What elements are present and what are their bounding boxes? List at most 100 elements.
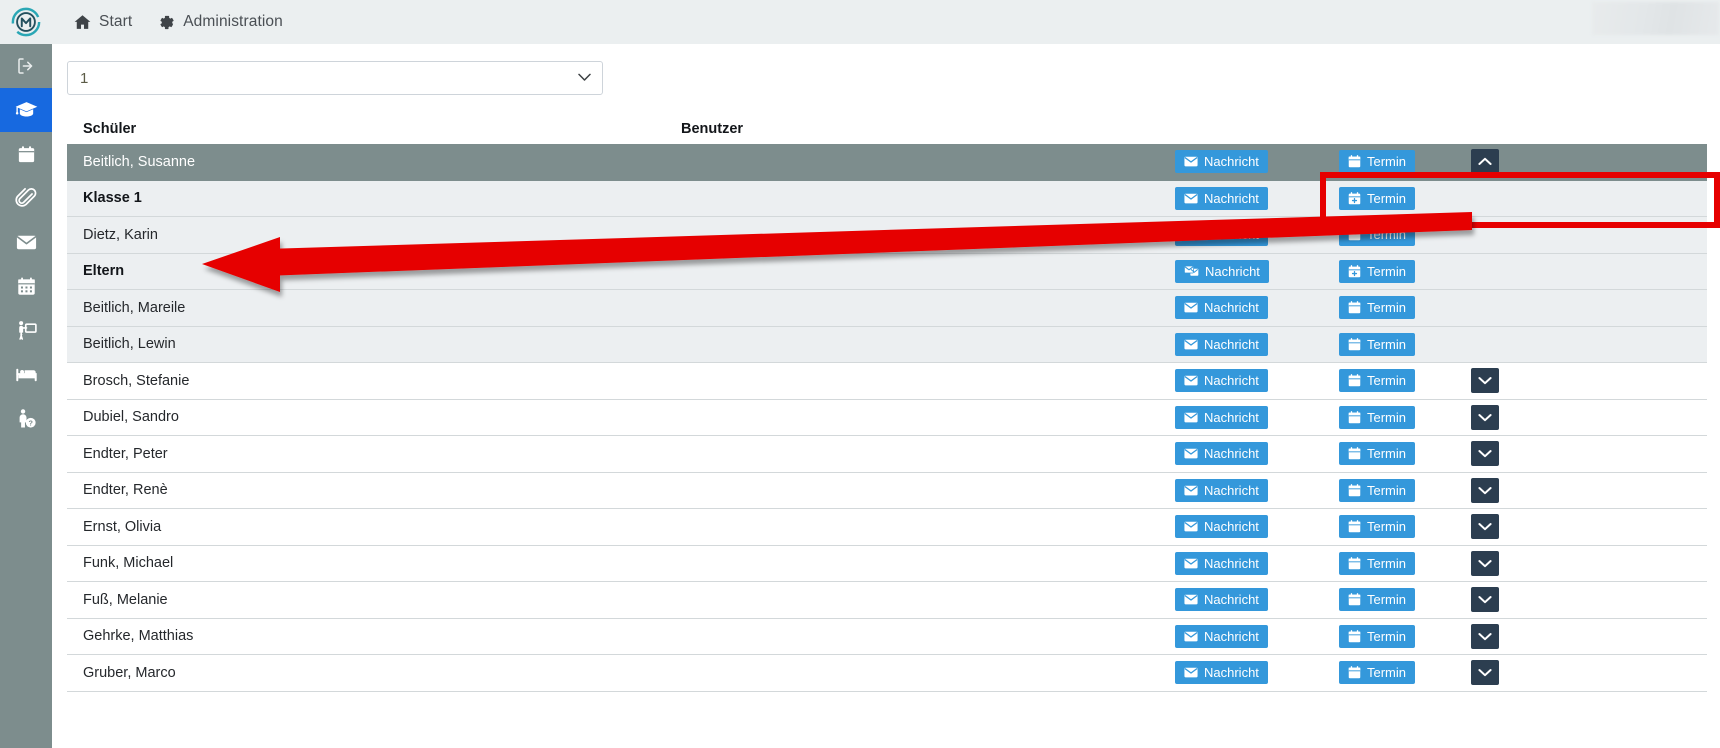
table-row[interactable]: Endter, Renè Nachricht Termin [67,472,1707,509]
sidebar-item-students[interactable] [0,88,52,132]
topnav-item-administration[interactable]: Administration [158,13,283,31]
expand-row-button[interactable] [1471,660,1499,686]
row-name: Dietz, Karin [83,226,158,243]
nachricht-button[interactable]: Nachricht [1175,369,1268,393]
nachricht-button-label: Nachricht [1204,336,1259,352]
termin-button[interactable]: Termin [1339,369,1416,393]
row-name: Gehrke, Matthias [83,628,194,645]
row-name: Dubiel, Sandro [83,409,179,426]
termin-button[interactable]: Termin [1339,186,1416,210]
class-filter: 1 [67,61,603,95]
nachricht-button[interactable]: Nachricht [1175,442,1268,466]
table-row[interactable]: Beitlich, Lewin Nachricht Termin [67,326,1707,363]
logout-icon [18,58,33,74]
nachricht-button[interactable]: Nachricht [1175,259,1269,283]
termin-button[interactable]: Termin [1339,296,1416,320]
expand-row-button[interactable] [1471,514,1499,540]
nachricht-button[interactable]: Nachricht [1175,624,1268,648]
nachricht-button[interactable]: Nachricht [1175,551,1268,575]
termin-button-label: Termin [1367,336,1407,352]
chevron-down-icon [1478,669,1492,677]
row-name: Ernst, Olivia [83,518,162,535]
row-name: Beitlich, Lewin [83,336,176,353]
sidebar-item-person-info[interactable]: ? [0,396,52,440]
termin-button-label: Termin [1367,227,1407,243]
nachricht-button[interactable]: Nachricht [1175,296,1268,320]
calendar-plus-icon [1348,191,1361,205]
termin-button[interactable]: Termin [1339,661,1416,685]
sidebar-item-clipboard[interactable] [0,132,52,176]
expand-row-button[interactable] [1471,404,1499,430]
table-row[interactable]: Ernst, Olivia Nachricht Termin [67,509,1707,546]
envelope-icon [1184,375,1198,386]
collapse-row-button[interactable] [1471,149,1499,175]
table-row[interactable]: Funk, Michael Nachricht Termin [67,545,1707,582]
termin-button[interactable]: Termin [1339,405,1416,429]
topnav-label-administration: Administration [183,13,283,30]
nachricht-button[interactable]: Nachricht [1175,405,1268,429]
table-row[interactable]: Endter, Peter Nachricht Termin [67,436,1707,473]
sidebar-item-boarding[interactable] [0,352,52,396]
main-content: 1 Schüler Benutzer Beitlich, Susanne Nac… [52,44,1720,748]
expand-row-button[interactable] [1471,550,1499,576]
nachricht-button[interactable]: Nachricht [1175,478,1268,502]
envelope-icon [1184,667,1198,678]
nachricht-button[interactable]: Nachricht [1175,515,1268,539]
chevron-down-icon [1478,377,1492,385]
row-name: Beitlich, Mareile [83,299,186,316]
nachricht-button[interactable]: Nachricht [1175,332,1268,356]
table-row[interactable]: Beitlich, Mareile Nachricht Termin [67,290,1707,327]
nachricht-button[interactable]: Nachricht [1175,588,1268,612]
chevron-down-icon [1478,632,1492,640]
nachricht-button-label: Nachricht [1204,592,1259,608]
termin-button[interactable]: Termin [1339,442,1416,466]
expand-row-button[interactable] [1471,477,1499,503]
termin-button[interactable]: Termin [1339,332,1416,356]
topnav-item-start[interactable]: Start [74,13,132,31]
termin-button[interactable]: Termin [1339,150,1416,174]
termin-button[interactable]: Termin [1339,588,1416,612]
table-row[interactable]: Fuß, Melanie Nachricht Termin [67,582,1707,619]
termin-button[interactable]: Termin [1339,515,1416,539]
redacted-user-area [1592,2,1719,35]
nachricht-button[interactable]: Nachricht [1175,150,1268,174]
termin-button-label: Termin [1367,592,1407,608]
table-row[interactable]: Eltern Nachricht Termin [67,253,1707,290]
termin-button[interactable]: Termin [1339,478,1416,502]
termin-button[interactable]: Termin [1339,259,1416,283]
table-row[interactable]: Klasse 1 Nachricht Termin [67,180,1707,217]
table-row[interactable]: Beitlich, Susanne Nachricht Termin [67,144,1707,181]
table-row[interactable]: Dubiel, Sandro Nachricht Termin [67,399,1707,436]
envelope-icon [1184,156,1198,167]
calendar-icon [1348,228,1361,241]
envelope-icon [1184,302,1198,313]
sidebar-item-lessons[interactable] [0,308,52,352]
envelope-icon [1184,229,1198,240]
sidebar-item-messages[interactable] [0,220,52,264]
termin-button[interactable]: Termin [1339,551,1416,575]
expand-row-button[interactable] [1471,623,1499,649]
expand-row-button[interactable] [1471,587,1499,613]
nachricht-button[interactable]: Nachricht [1175,661,1268,685]
sidebar-item-calendar[interactable] [0,264,52,308]
nachricht-button[interactable]: Nachricht [1175,186,1268,210]
termin-button-label: Termin [1367,154,1407,170]
table-row[interactable]: Gehrke, Matthias Nachricht Termin [67,618,1707,655]
sidebar-item-attachments[interactable] [0,176,52,220]
expand-row-button[interactable] [1471,368,1499,394]
class-select[interactable]: 1 [67,61,603,95]
app-logo[interactable] [0,0,52,44]
expand-row-button[interactable] [1471,441,1499,467]
nachricht-button[interactable]: Nachricht [1175,223,1268,247]
column-header-schueler: Schüler [83,121,137,137]
table-row[interactable]: Dietz, Karin Nachricht Termin [67,217,1707,254]
sidebar-item-logout[interactable] [0,44,52,88]
top-navigation: Start Administration [74,13,283,31]
table-row[interactable]: Brosch, Stefanie Nachricht Termin [67,363,1707,400]
app-logo-icon [11,7,41,37]
envelope-icon [1184,521,1198,532]
termin-button[interactable]: Termin [1339,624,1416,648]
group-row-label: Klasse 1 [83,190,142,207]
termin-button[interactable]: Termin [1339,223,1416,247]
table-row[interactable]: Gruber, Marco Nachricht Termin [67,655,1707,692]
